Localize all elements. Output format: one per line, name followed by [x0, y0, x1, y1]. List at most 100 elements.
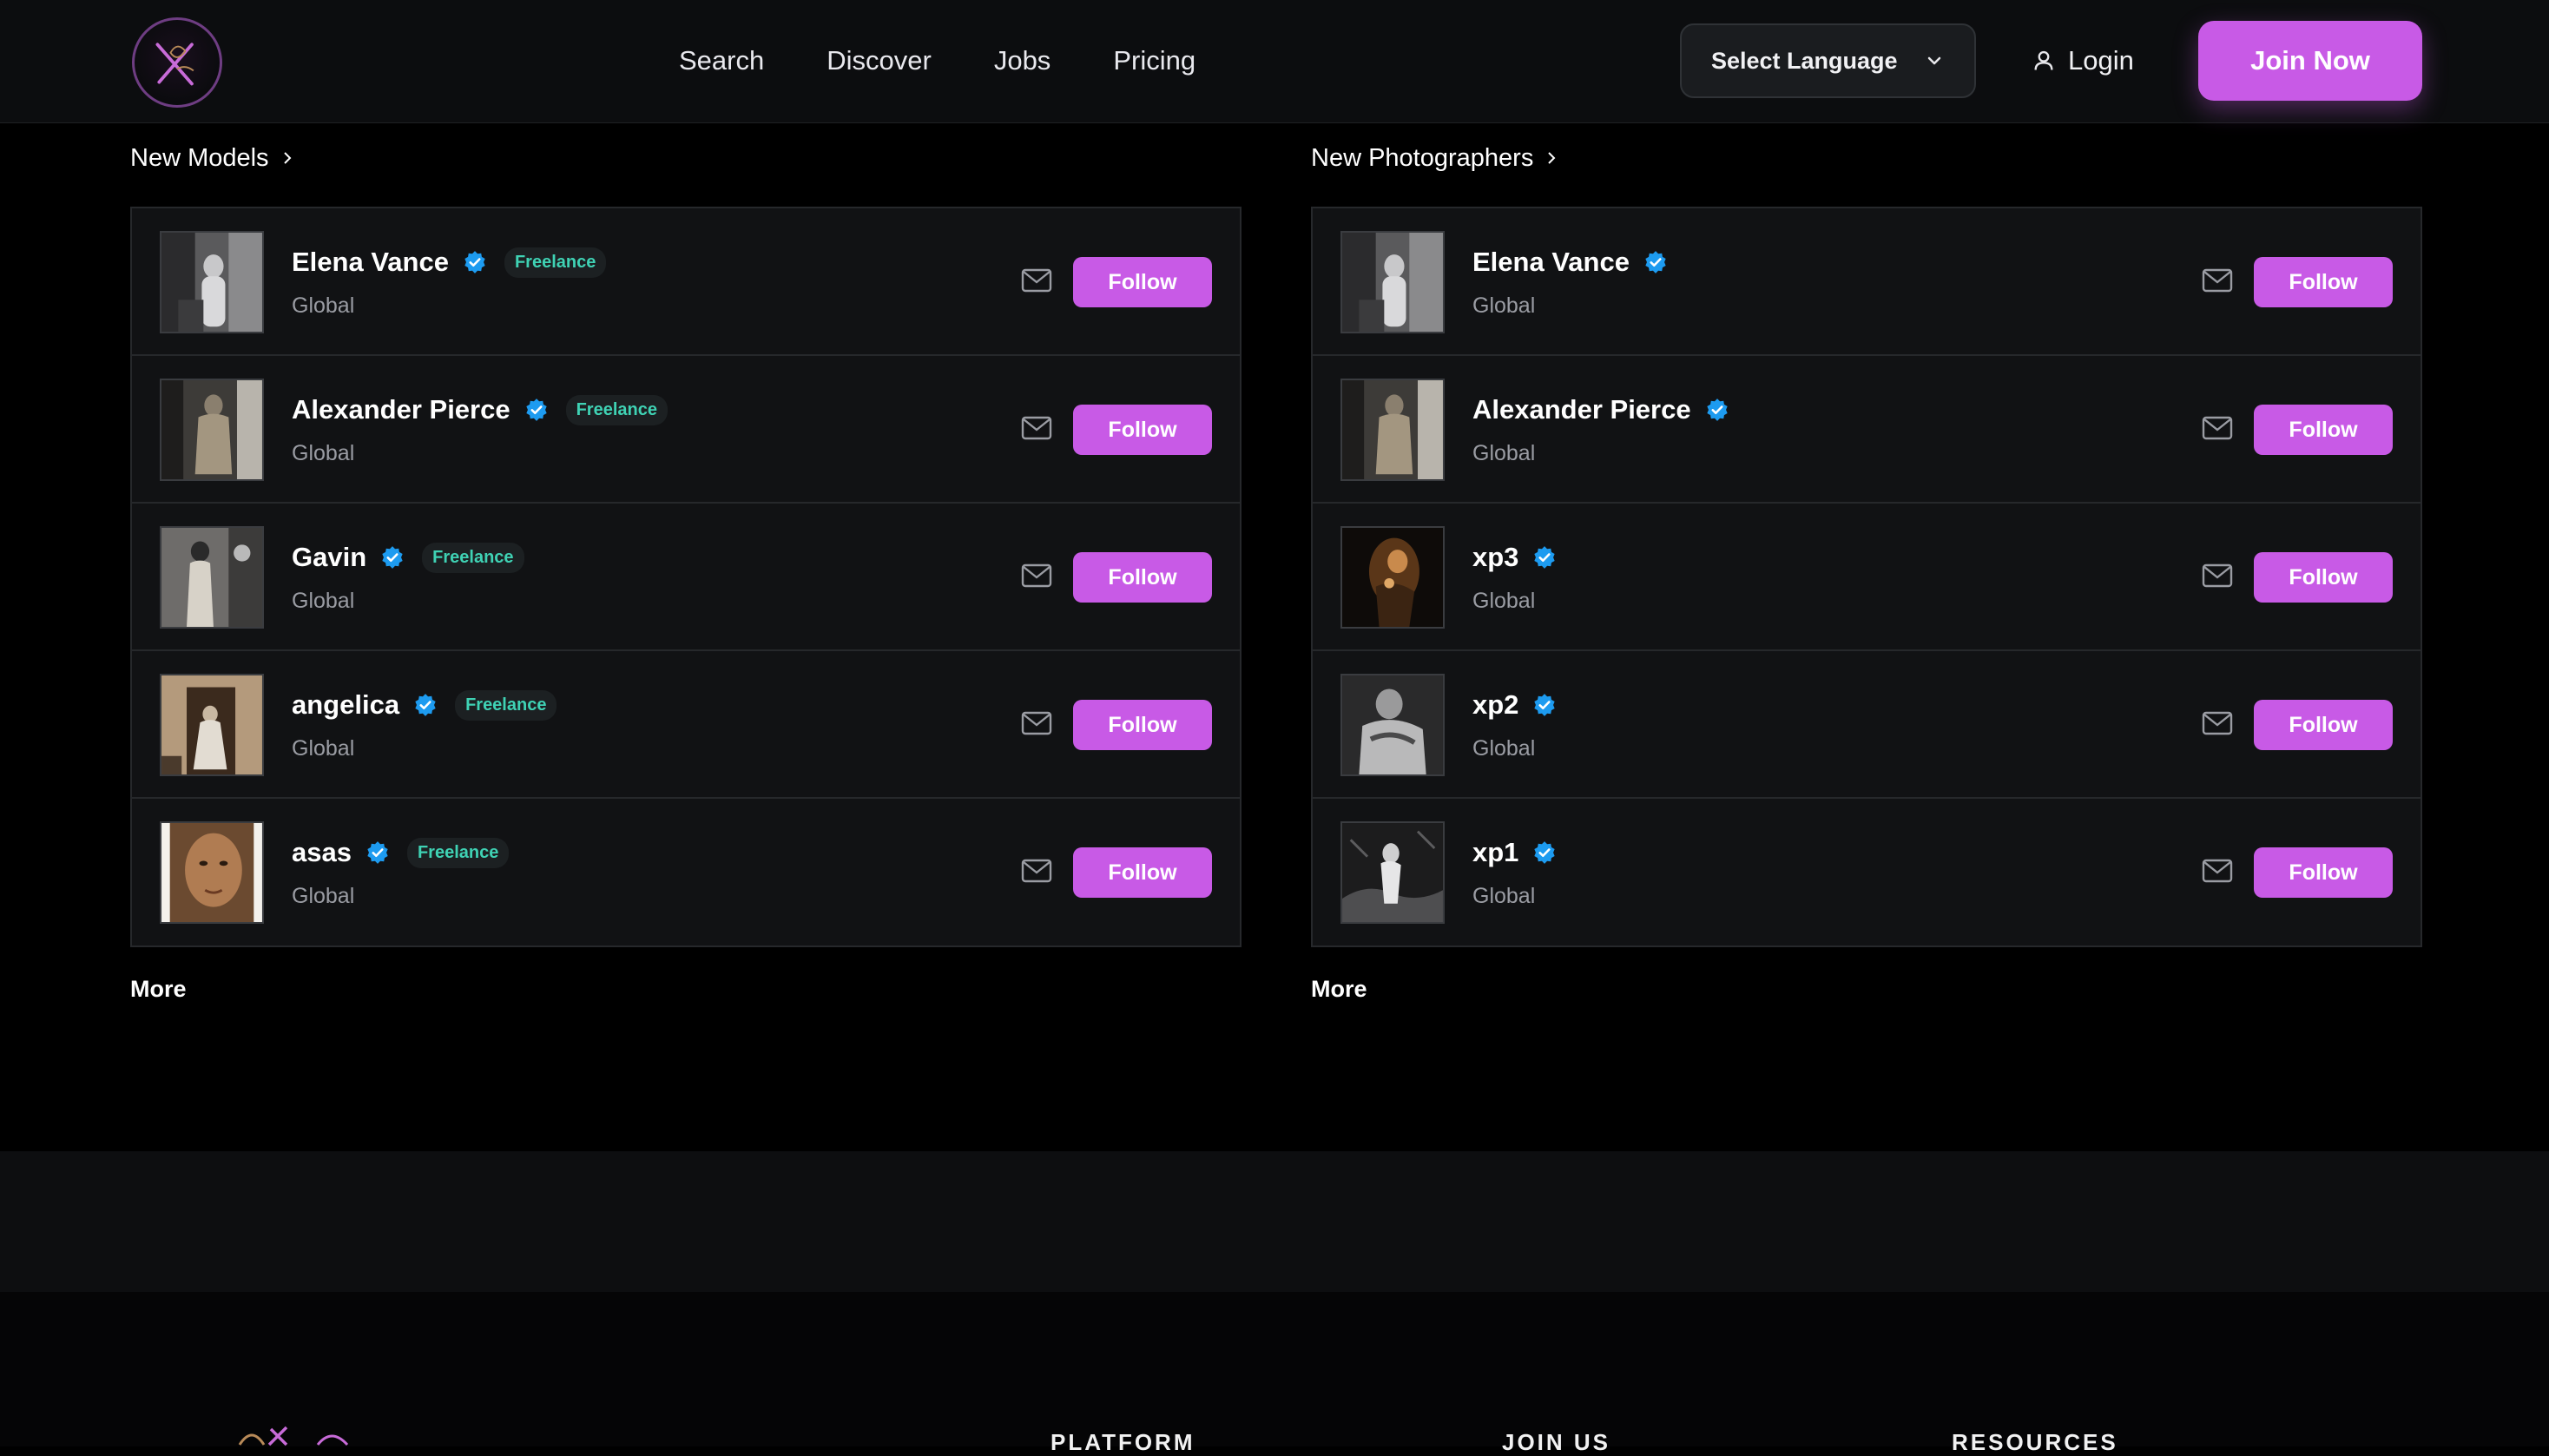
freelance-badge: Freelance — [455, 689, 557, 721]
chevron-right-icon — [283, 152, 291, 164]
mail-icon[interactable] — [1021, 415, 1052, 441]
nav-pricing[interactable]: Pricing — [1113, 45, 1195, 76]
footer-logo[interactable] — [234, 1422, 382, 1446]
photographer-name[interactable]: xp2 — [1472, 689, 1518, 721]
model-name-line: Elena Vance Freelance — [292, 243, 607, 281]
model-name[interactable]: asas — [292, 837, 352, 868]
mail-icon[interactable] — [2202, 415, 2233, 441]
photographer-avatar[interactable] — [1340, 674, 1445, 776]
photographer-location: Global — [1472, 736, 1536, 761]
chevron-right-icon — [1548, 152, 1556, 164]
photographer-avatar[interactable] — [1340, 231, 1445, 333]
verified-badge-icon — [464, 251, 485, 273]
login-button[interactable]: Login — [2032, 38, 2134, 83]
follow-button[interactable]: Follow — [1073, 257, 1212, 307]
model-name-line: Alexander Pierce Freelance — [292, 391, 668, 429]
mail-icon[interactable] — [2202, 710, 2233, 736]
photographer-avatar[interactable] — [1340, 821, 1445, 924]
model-location: Global — [292, 736, 355, 761]
model-name[interactable]: Elena Vance — [292, 247, 449, 278]
follow-button[interactable]: Follow — [1073, 700, 1212, 750]
nav-search[interactable]: Search — [679, 45, 764, 76]
nav-jobs[interactable]: Jobs — [994, 45, 1051, 76]
footer-resources-heading: RESOURCES — [1952, 1429, 2118, 1455]
language-select[interactable]: Select Language — [1680, 23, 1976, 98]
follow-button[interactable]: Follow — [2254, 552, 2393, 603]
verified-badge-icon — [1645, 251, 1666, 273]
model-name[interactable]: Gavin — [292, 542, 366, 573]
model-location: Global — [292, 293, 355, 318]
photographer-name-line: xp1 — [1472, 833, 1557, 872]
photographer-avatar[interactable] — [1340, 526, 1445, 629]
top-nav-bar: Search Discover Jobs Pricing Select Lang… — [0, 0, 2549, 123]
follow-button[interactable]: Follow — [2254, 405, 2393, 455]
new-models-heading[interactable]: New Models — [130, 141, 295, 175]
freelance-badge: Freelance — [406, 837, 510, 868]
new-photographers-title: New Photographers — [1311, 143, 1534, 172]
photographer-location: Global — [1472, 293, 1536, 318]
main-nav: Search Discover Jobs Pricing — [679, 38, 1195, 83]
verified-badge-icon — [415, 694, 436, 716]
mail-icon[interactable] — [2202, 563, 2233, 589]
site-logo[interactable] — [132, 17, 222, 108]
photographer-name-line: xp3 — [1472, 538, 1557, 576]
model-avatar[interactable] — [160, 231, 264, 333]
mail-icon[interactable] — [2202, 858, 2233, 884]
model-avatar[interactable] — [160, 379, 264, 481]
verified-badge-icon — [1706, 399, 1728, 421]
model-avatar[interactable] — [160, 821, 264, 924]
mail-icon[interactable] — [1021, 858, 1052, 884]
photographer-row: Alexander Pierce Global Follow — [1313, 356, 2421, 504]
mail-icon[interactable] — [1021, 710, 1052, 736]
photographer-name[interactable]: Alexander Pierce — [1472, 394, 1691, 425]
model-location: Global — [292, 589, 355, 613]
model-avatar[interactable] — [160, 674, 264, 776]
photographer-avatar[interactable] — [1340, 379, 1445, 481]
follow-button[interactable]: Follow — [2254, 847, 2393, 898]
model-avatar[interactable] — [160, 526, 264, 629]
model-row: Alexander Pierce Freelance Global Follow — [132, 356, 1240, 504]
model-location: Global — [292, 884, 355, 908]
photographer-name[interactable]: Elena Vance — [1472, 247, 1630, 278]
photographer-row: Elena Vance Global Follow — [1313, 208, 2421, 356]
model-row: Elena Vance Freelance Global Follow — [132, 208, 1240, 356]
mail-icon[interactable] — [1021, 563, 1052, 589]
footer-join-us-heading: JOIN US — [1502, 1429, 1611, 1455]
freelance-badge: Freelance — [504, 247, 607, 278]
verified-badge-icon — [382, 546, 403, 569]
new-photographers-heading[interactable]: New Photographers — [1311, 141, 1559, 175]
nav-discover[interactable]: Discover — [827, 45, 932, 76]
logo-monogram-icon — [155, 43, 194, 86]
model-name[interactable]: angelica — [292, 689, 399, 721]
photographer-row: xp3 Global Follow — [1313, 504, 2421, 651]
follow-button[interactable]: Follow — [1073, 405, 1212, 455]
mail-icon[interactable] — [1021, 267, 1052, 293]
follow-button[interactable]: Follow — [1073, 552, 1212, 603]
model-name-line: Gavin Freelance — [292, 538, 524, 576]
footer-platform-heading: PLATFORM — [1051, 1429, 1195, 1455]
photographer-location: Global — [1472, 441, 1536, 465]
photographers-more-link[interactable]: More — [1311, 976, 1367, 1003]
follow-button[interactable]: Follow — [1073, 847, 1212, 898]
chevron-down-icon — [1927, 56, 1941, 65]
mail-icon[interactable] — [2202, 267, 2233, 293]
models-more-link[interactable]: More — [130, 976, 187, 1003]
model-name-line: asas Freelance — [292, 833, 510, 872]
new-models-title: New Models — [130, 143, 269, 172]
model-location: Global — [292, 441, 355, 465]
photographer-name-line: Alexander Pierce — [1472, 391, 1729, 429]
verified-badge-icon — [525, 399, 547, 421]
model-row: asas Freelance Global Follow — [132, 799, 1240, 946]
photographer-location: Global — [1472, 884, 1536, 908]
follow-button[interactable]: Follow — [2254, 257, 2393, 307]
photographer-row: xp2 Global Follow — [1313, 651, 2421, 799]
language-select-label: Select Language — [1711, 47, 1898, 74]
freelance-badge: Freelance — [565, 394, 668, 425]
join-now-button[interactable]: Join Now — [2198, 21, 2422, 101]
photographer-name[interactable]: xp1 — [1472, 837, 1518, 868]
new-photographers-list: Elena Vance Global Follow Alexander Pier… — [1311, 207, 2422, 947]
model-row: Gavin Freelance Global Follow — [132, 504, 1240, 651]
model-name[interactable]: Alexander Pierce — [292, 394, 510, 425]
photographer-name[interactable]: xp3 — [1472, 542, 1518, 573]
follow-button[interactable]: Follow — [2254, 700, 2393, 750]
